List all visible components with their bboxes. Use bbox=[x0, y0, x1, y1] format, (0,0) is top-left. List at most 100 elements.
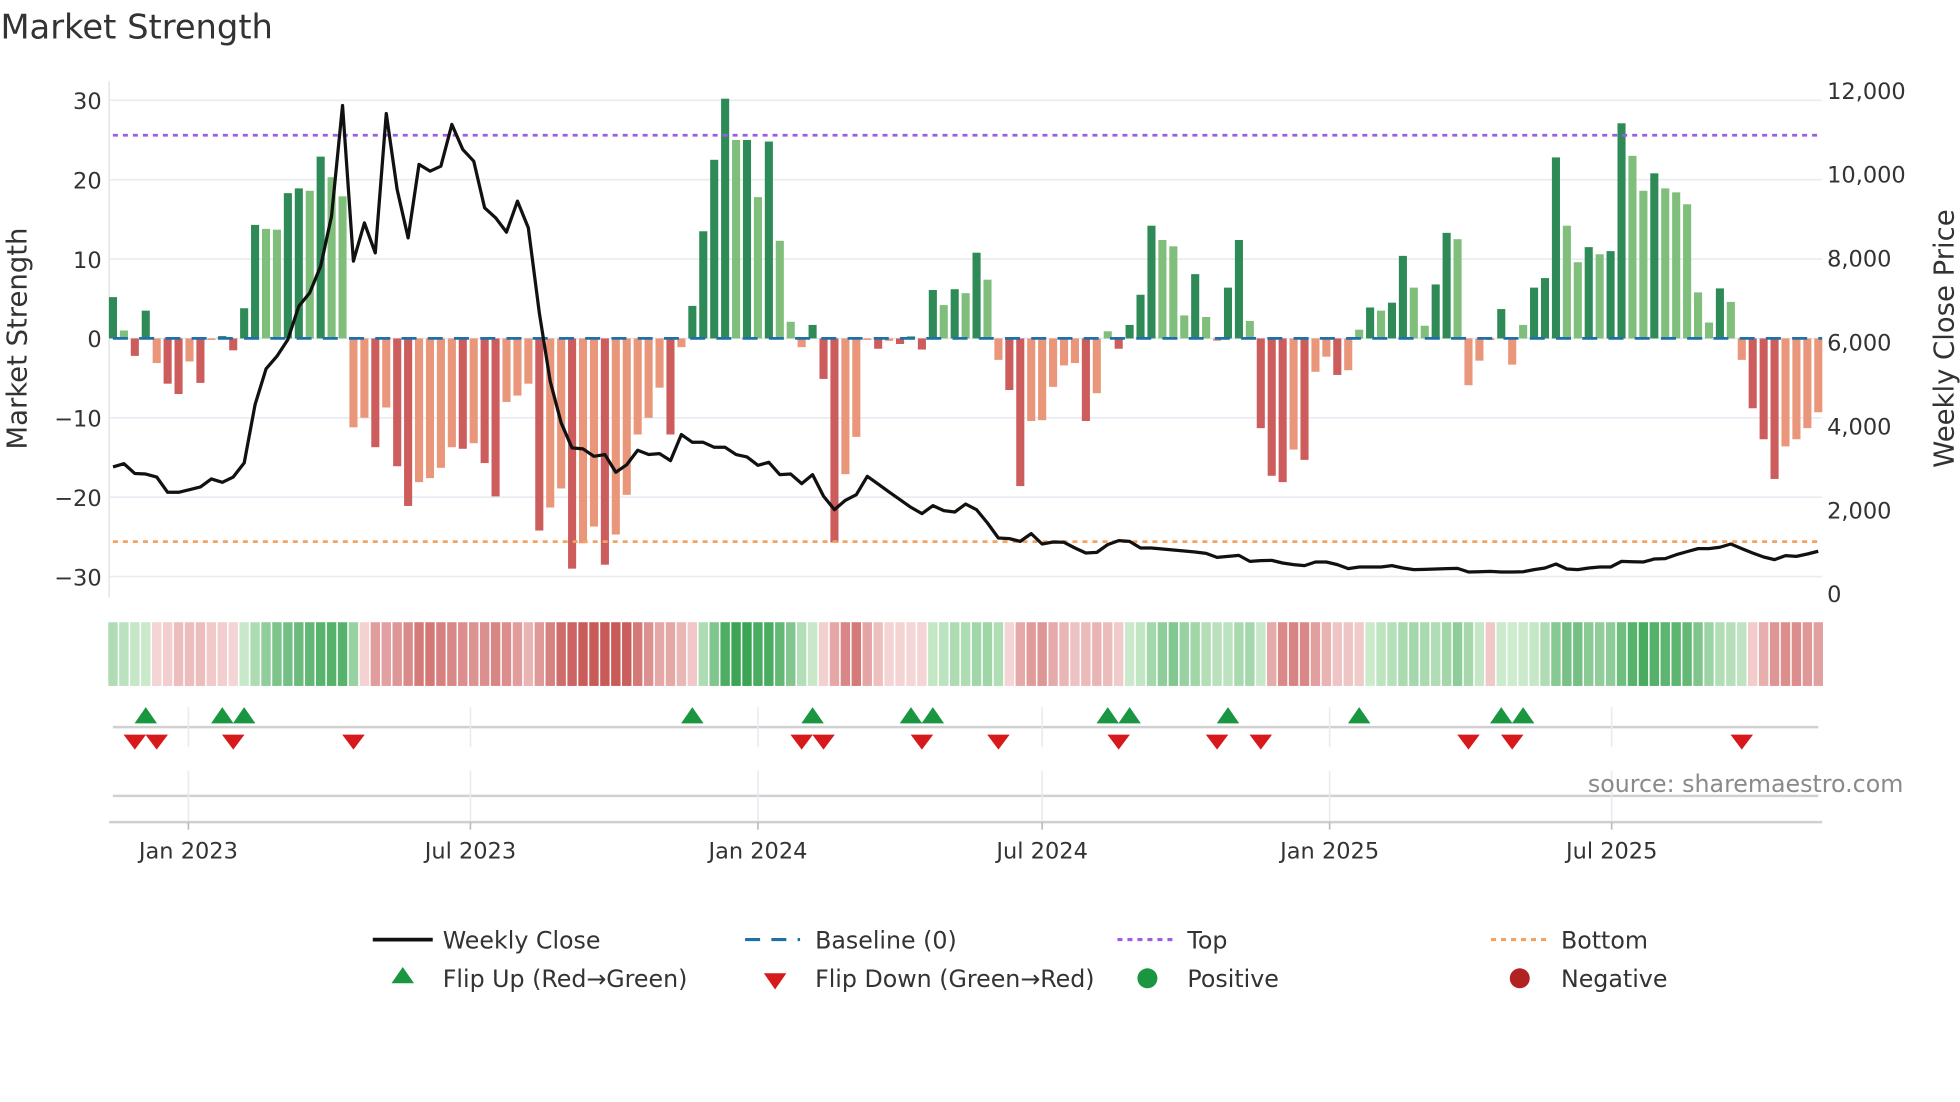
positive-bar bbox=[141, 310, 150, 339]
heat-cell bbox=[1190, 622, 1200, 686]
y-tick-label: 0 bbox=[87, 327, 101, 353]
heat-cell bbox=[982, 622, 993, 686]
positive-bar bbox=[1650, 173, 1659, 339]
legend-baseline: Baseline (0) bbox=[815, 926, 957, 954]
negative-bar bbox=[130, 338, 139, 356]
negative-bar bbox=[852, 338, 861, 437]
negative-bar bbox=[1005, 338, 1014, 391]
negative-bar bbox=[404, 338, 413, 506]
negative-bar bbox=[666, 338, 675, 435]
positive-bar bbox=[1202, 316, 1211, 339]
heat-cell bbox=[119, 622, 129, 686]
x-tick-label: Jan 2024 bbox=[706, 838, 807, 864]
positive-bar bbox=[1540, 278, 1550, 339]
negative-bar bbox=[196, 338, 205, 383]
heat-cell bbox=[206, 622, 217, 686]
heat-cell bbox=[490, 622, 501, 686]
heat-cell bbox=[436, 622, 446, 686]
heat-cell bbox=[1616, 622, 1627, 686]
negative-bar bbox=[480, 338, 489, 464]
strength-bars bbox=[108, 98, 1823, 569]
legend-positive-circle-icon bbox=[1137, 968, 1158, 989]
positive-bar bbox=[283, 193, 292, 339]
heat-cell bbox=[1310, 622, 1321, 686]
negative-bar bbox=[436, 338, 445, 468]
y-tick-label: 20 bbox=[73, 168, 102, 194]
negative-bar bbox=[349, 338, 358, 428]
heat-cell bbox=[1584, 622, 1594, 686]
heat-cell bbox=[1103, 622, 1113, 686]
left-axis-ticks: 30 20 10 0 −10 −20 −30 bbox=[54, 89, 101, 591]
heat-cell bbox=[665, 622, 676, 686]
legend-top: Top bbox=[1186, 926, 1227, 954]
flip-up-triangle-icon bbox=[801, 707, 824, 724]
legend-flip-down-triangle-icon bbox=[763, 973, 787, 990]
negative-bar bbox=[1737, 338, 1746, 360]
heat-cell bbox=[1540, 622, 1550, 686]
heat-cell bbox=[1201, 622, 1211, 686]
heat-cell bbox=[1605, 622, 1616, 686]
heat-cell bbox=[1092, 622, 1102, 686]
heat-cell bbox=[1802, 622, 1813, 686]
negative-bar bbox=[1289, 338, 1298, 450]
y2-tick-label: 4,000 bbox=[1827, 414, 1891, 440]
heat-cell bbox=[643, 622, 654, 686]
heat-cell bbox=[141, 622, 151, 686]
heat-cell bbox=[337, 622, 348, 686]
negative-bar bbox=[1759, 338, 1768, 440]
heat-cell bbox=[1168, 622, 1179, 686]
heat-cell bbox=[1387, 622, 1397, 686]
heat-cell bbox=[1321, 622, 1332, 686]
negative-bar bbox=[1311, 338, 1320, 372]
heat-cell bbox=[447, 622, 457, 686]
negative-bar bbox=[994, 338, 1003, 360]
positive-bar bbox=[1497, 309, 1506, 339]
heat-cell bbox=[698, 622, 708, 686]
negative-bar bbox=[1508, 338, 1517, 365]
negative-bar bbox=[1344, 338, 1353, 371]
positive-bar bbox=[1639, 190, 1648, 339]
positive-bar bbox=[1715, 288, 1724, 339]
heat-cell bbox=[862, 622, 872, 686]
heat-cell bbox=[622, 622, 632, 686]
y2-tick-label: 2,000 bbox=[1827, 498, 1891, 524]
flip-down-triangle-icon bbox=[1730, 734, 1754, 750]
negative-bar bbox=[874, 338, 883, 349]
heat-cell bbox=[993, 622, 1004, 686]
heat-cell bbox=[1048, 622, 1058, 686]
legend-negative: Negative bbox=[1561, 965, 1667, 993]
positive-bar bbox=[1573, 262, 1582, 339]
positive-bar bbox=[1551, 157, 1560, 339]
heat-cell bbox=[906, 622, 916, 686]
heat-cell bbox=[414, 622, 424, 686]
heat-cell bbox=[1267, 622, 1277, 686]
negative-bar bbox=[611, 338, 620, 535]
negative-bar bbox=[415, 338, 424, 483]
positive-bar bbox=[1683, 204, 1692, 339]
flip-down-triangle-icon bbox=[812, 734, 835, 750]
positive-bar bbox=[1530, 287, 1539, 339]
negative-bar bbox=[535, 338, 544, 531]
positive-bar bbox=[1431, 284, 1440, 339]
negative-bar bbox=[1475, 338, 1484, 361]
flip-up-triangle-icon bbox=[232, 707, 256, 724]
heat-cell bbox=[184, 622, 195, 686]
positive-bar bbox=[240, 308, 249, 339]
positive-bar bbox=[251, 224, 260, 339]
heat-cell bbox=[611, 622, 621, 686]
positive-bar bbox=[775, 240, 784, 339]
heat-cell bbox=[359, 622, 370, 686]
heat-cell bbox=[796, 622, 807, 686]
positive-bar bbox=[1366, 307, 1375, 339]
heat-cell bbox=[709, 622, 719, 686]
heat-cell bbox=[1791, 622, 1802, 686]
heat-cell bbox=[632, 622, 643, 686]
negative-bar bbox=[1070, 338, 1079, 364]
negative-bar bbox=[1016, 338, 1025, 487]
heat-cell bbox=[501, 622, 512, 686]
legend-flip-down: Flip Down (Green→Red) bbox=[815, 965, 1094, 993]
flip-down-triangle-icon bbox=[145, 734, 168, 750]
heat-cell bbox=[1157, 622, 1168, 686]
negative-bar bbox=[644, 338, 653, 418]
y-tick-label: 10 bbox=[73, 248, 102, 274]
